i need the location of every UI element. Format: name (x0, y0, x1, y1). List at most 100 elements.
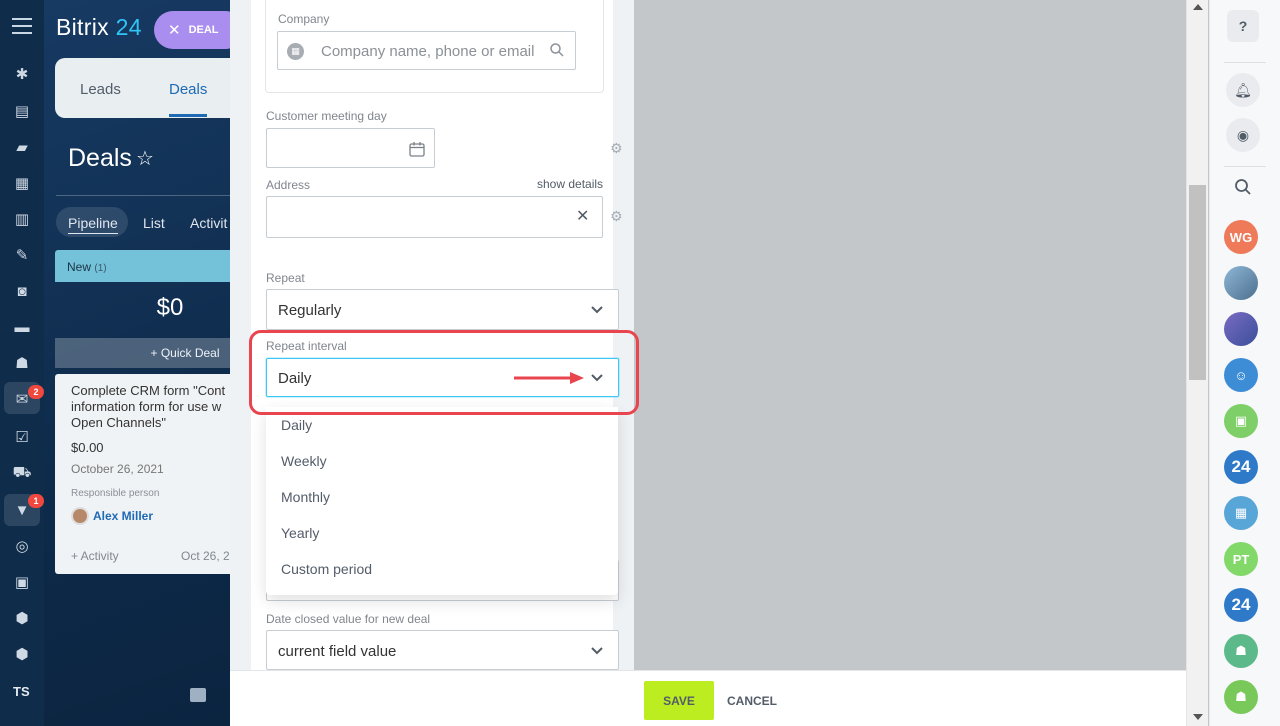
add-activity-link[interactable]: + Activity (71, 549, 119, 563)
menu-icon[interactable] (12, 18, 32, 34)
avatar-photo[interactable] (1224, 266, 1258, 300)
bitrix24-icon[interactable]: 24 (1224, 588, 1258, 622)
target-icon[interactable]: ◎ (12, 536, 32, 556)
date-closed-select[interactable]: current field value (266, 630, 619, 670)
chat-icon[interactable]: ▰ (12, 137, 32, 157)
company-label: Company (278, 12, 330, 26)
deal-chip[interactable]: ✕ DEAL (154, 11, 230, 49)
dropdown-option-yearly[interactable]: Yearly (281, 525, 319, 541)
avatar-group-photo[interactable] (1224, 312, 1258, 346)
company-placeholder: Company name, phone or email (321, 43, 535, 60)
group-icon[interactable]: ☗ (1224, 680, 1258, 714)
document-icon[interactable]: ▥ (12, 209, 32, 229)
date-closed-value: current field value (278, 643, 397, 660)
bell-icon[interactable]: 🔔︎ (1226, 73, 1260, 107)
tab-deals[interactable]: Deals (169, 81, 207, 98)
avatar-pt[interactable]: PT (1224, 542, 1258, 576)
calendar-icon[interactable] (409, 141, 425, 157)
repeat-interval-dropdown: Daily Weekly Monthly Yearly Custom perio… (266, 407, 618, 595)
repeat-label: Repeat (266, 271, 305, 285)
checklist-icon[interactable]: ☑ (12, 427, 32, 447)
date-closed-label: Date closed value for new deal (266, 612, 431, 626)
dropdown-option-weekly[interactable]: Weekly (281, 453, 327, 469)
column-name: New (67, 260, 92, 274)
deal-chip-label: DEAL (188, 24, 219, 36)
crm-background-page: Bitrix 24 ✕ DEAL Leads Deals Deals ☆ Pip… (44, 0, 230, 726)
subtab-pipeline[interactable]: Pipeline (68, 215, 118, 234)
column-count: (1) (94, 263, 107, 274)
company-section: Company ▦ Company name, phone or email (265, 0, 604, 93)
box-icon[interactable]: ⬢ (12, 608, 32, 628)
box2-icon[interactable]: ⬢ (12, 644, 32, 664)
robot-icon[interactable]: ◙ (12, 281, 32, 301)
repeat-value: Regularly (278, 302, 342, 319)
gear-icon[interactable]: ⚙ (610, 209, 624, 223)
user-initials[interactable]: TS (13, 684, 30, 699)
clear-icon[interactable]: ✕ (576, 206, 589, 226)
responsible-label: Responsible person (71, 488, 160, 499)
star-icon[interactable]: ☆ (136, 146, 154, 171)
company-icon: ▦ (287, 43, 304, 60)
tab-leads[interactable]: Leads (80, 81, 121, 98)
deal-card-date: October 26, 2021 (71, 462, 164, 476)
quick-deal-button[interactable]: + Quick Deal (55, 338, 230, 368)
activity-date: Oct 26, 2 (181, 549, 230, 563)
scroll-thumb[interactable] (1189, 185, 1206, 380)
company-search-input[interactable]: ▦ Company name, phone or email (277, 31, 576, 70)
scroll-up-icon[interactable] (1193, 4, 1203, 10)
deal-card-title[interactable]: Complete CRM form "Cont information form… (71, 383, 230, 431)
calendar-icon[interactable]: ▦ (12, 173, 32, 193)
chat-bubble-icon[interactable]: ◉ (1226, 118, 1260, 152)
group-icon[interactable]: ☗ (1224, 634, 1258, 668)
page-scrollbar[interactable] (1186, 0, 1208, 726)
open-channel-icon[interactable]: ▣ (1224, 404, 1258, 438)
dropdown-option-daily[interactable]: Daily (281, 417, 312, 433)
right-sidebar: ? 🔔︎ ◉ WG ☺ ▣ 24 ▦ PT 24 ☗ ☗ (1209, 0, 1280, 726)
help-button[interactable]: ? (1227, 10, 1259, 42)
search-icon[interactable] (549, 42, 565, 58)
left-nav-rail: ✱ ▤ ▰ ▦ ▥ ✎ ◙ ▬ ☗ ✉ 2 ☑ ⛟ ▼ 1 ◎ ▣ ⬢ ⬢ TS (0, 0, 44, 726)
show-details-link[interactable]: show details (537, 177, 603, 191)
scroll-down-icon[interactable] (1193, 714, 1203, 720)
gear-icon[interactable]: ⚙ (610, 141, 624, 155)
divider (56, 195, 230, 196)
address-label: Address (266, 178, 311, 192)
crm-badge: 1 (28, 494, 44, 508)
meeting-day-label: Customer meeting day (266, 109, 387, 123)
mail-badge: 2 (28, 385, 44, 399)
address-input[interactable] (266, 196, 603, 238)
print-icon[interactable] (190, 688, 206, 702)
cart-icon[interactable]: ⛟ (12, 463, 32, 483)
calendar-chat-icon[interactable]: ▦ (1224, 496, 1258, 530)
divider (1224, 62, 1266, 63)
form-footer: SAVE CANCEL (230, 670, 1186, 726)
subtab-list[interactable]: List (143, 215, 165, 231)
chevron-down-icon (591, 306, 603, 314)
highlight-annotation (249, 330, 639, 415)
drive-icon[interactable]: ▬ (12, 317, 32, 337)
deal-card-amount: $0.00 (71, 440, 104, 455)
responsible-person-link[interactable]: Alex Miller (93, 509, 153, 523)
deal-card[interactable]: Complete CRM form "Cont information form… (55, 374, 230, 574)
id-card-icon[interactable]: ▣ (12, 572, 32, 592)
save-button[interactable]: SAVE (644, 681, 714, 720)
group-chat-icon[interactable]: ☺ (1224, 358, 1258, 392)
repeat-select[interactable]: Regularly (266, 289, 619, 330)
subtab-activities[interactable]: Activit (190, 215, 227, 231)
dropdown-option-custom[interactable]: Custom period (281, 561, 372, 577)
feed-icon[interactable]: ✱ (12, 64, 32, 84)
contacts-icon[interactable]: ☗ (12, 353, 32, 373)
column-sum: $0 (156, 294, 184, 321)
close-icon[interactable]: ✕ (168, 21, 181, 39)
app-logo[interactable]: Bitrix 24 (56, 14, 142, 41)
dropdown-option-monthly[interactable]: Monthly (281, 489, 330, 505)
cancel-button[interactable]: CANCEL (727, 681, 777, 720)
sign-icon[interactable]: ✎ (12, 245, 32, 265)
avatar-wg[interactable]: WG (1224, 220, 1258, 254)
search-icon[interactable] (1234, 178, 1252, 196)
bitrix24-icon[interactable]: 24 (1224, 450, 1258, 484)
tab-underline (169, 114, 207, 117)
page-title: Deals (68, 144, 132, 172)
divider (1224, 166, 1266, 167)
tasks-icon[interactable]: ▤ (12, 101, 32, 121)
